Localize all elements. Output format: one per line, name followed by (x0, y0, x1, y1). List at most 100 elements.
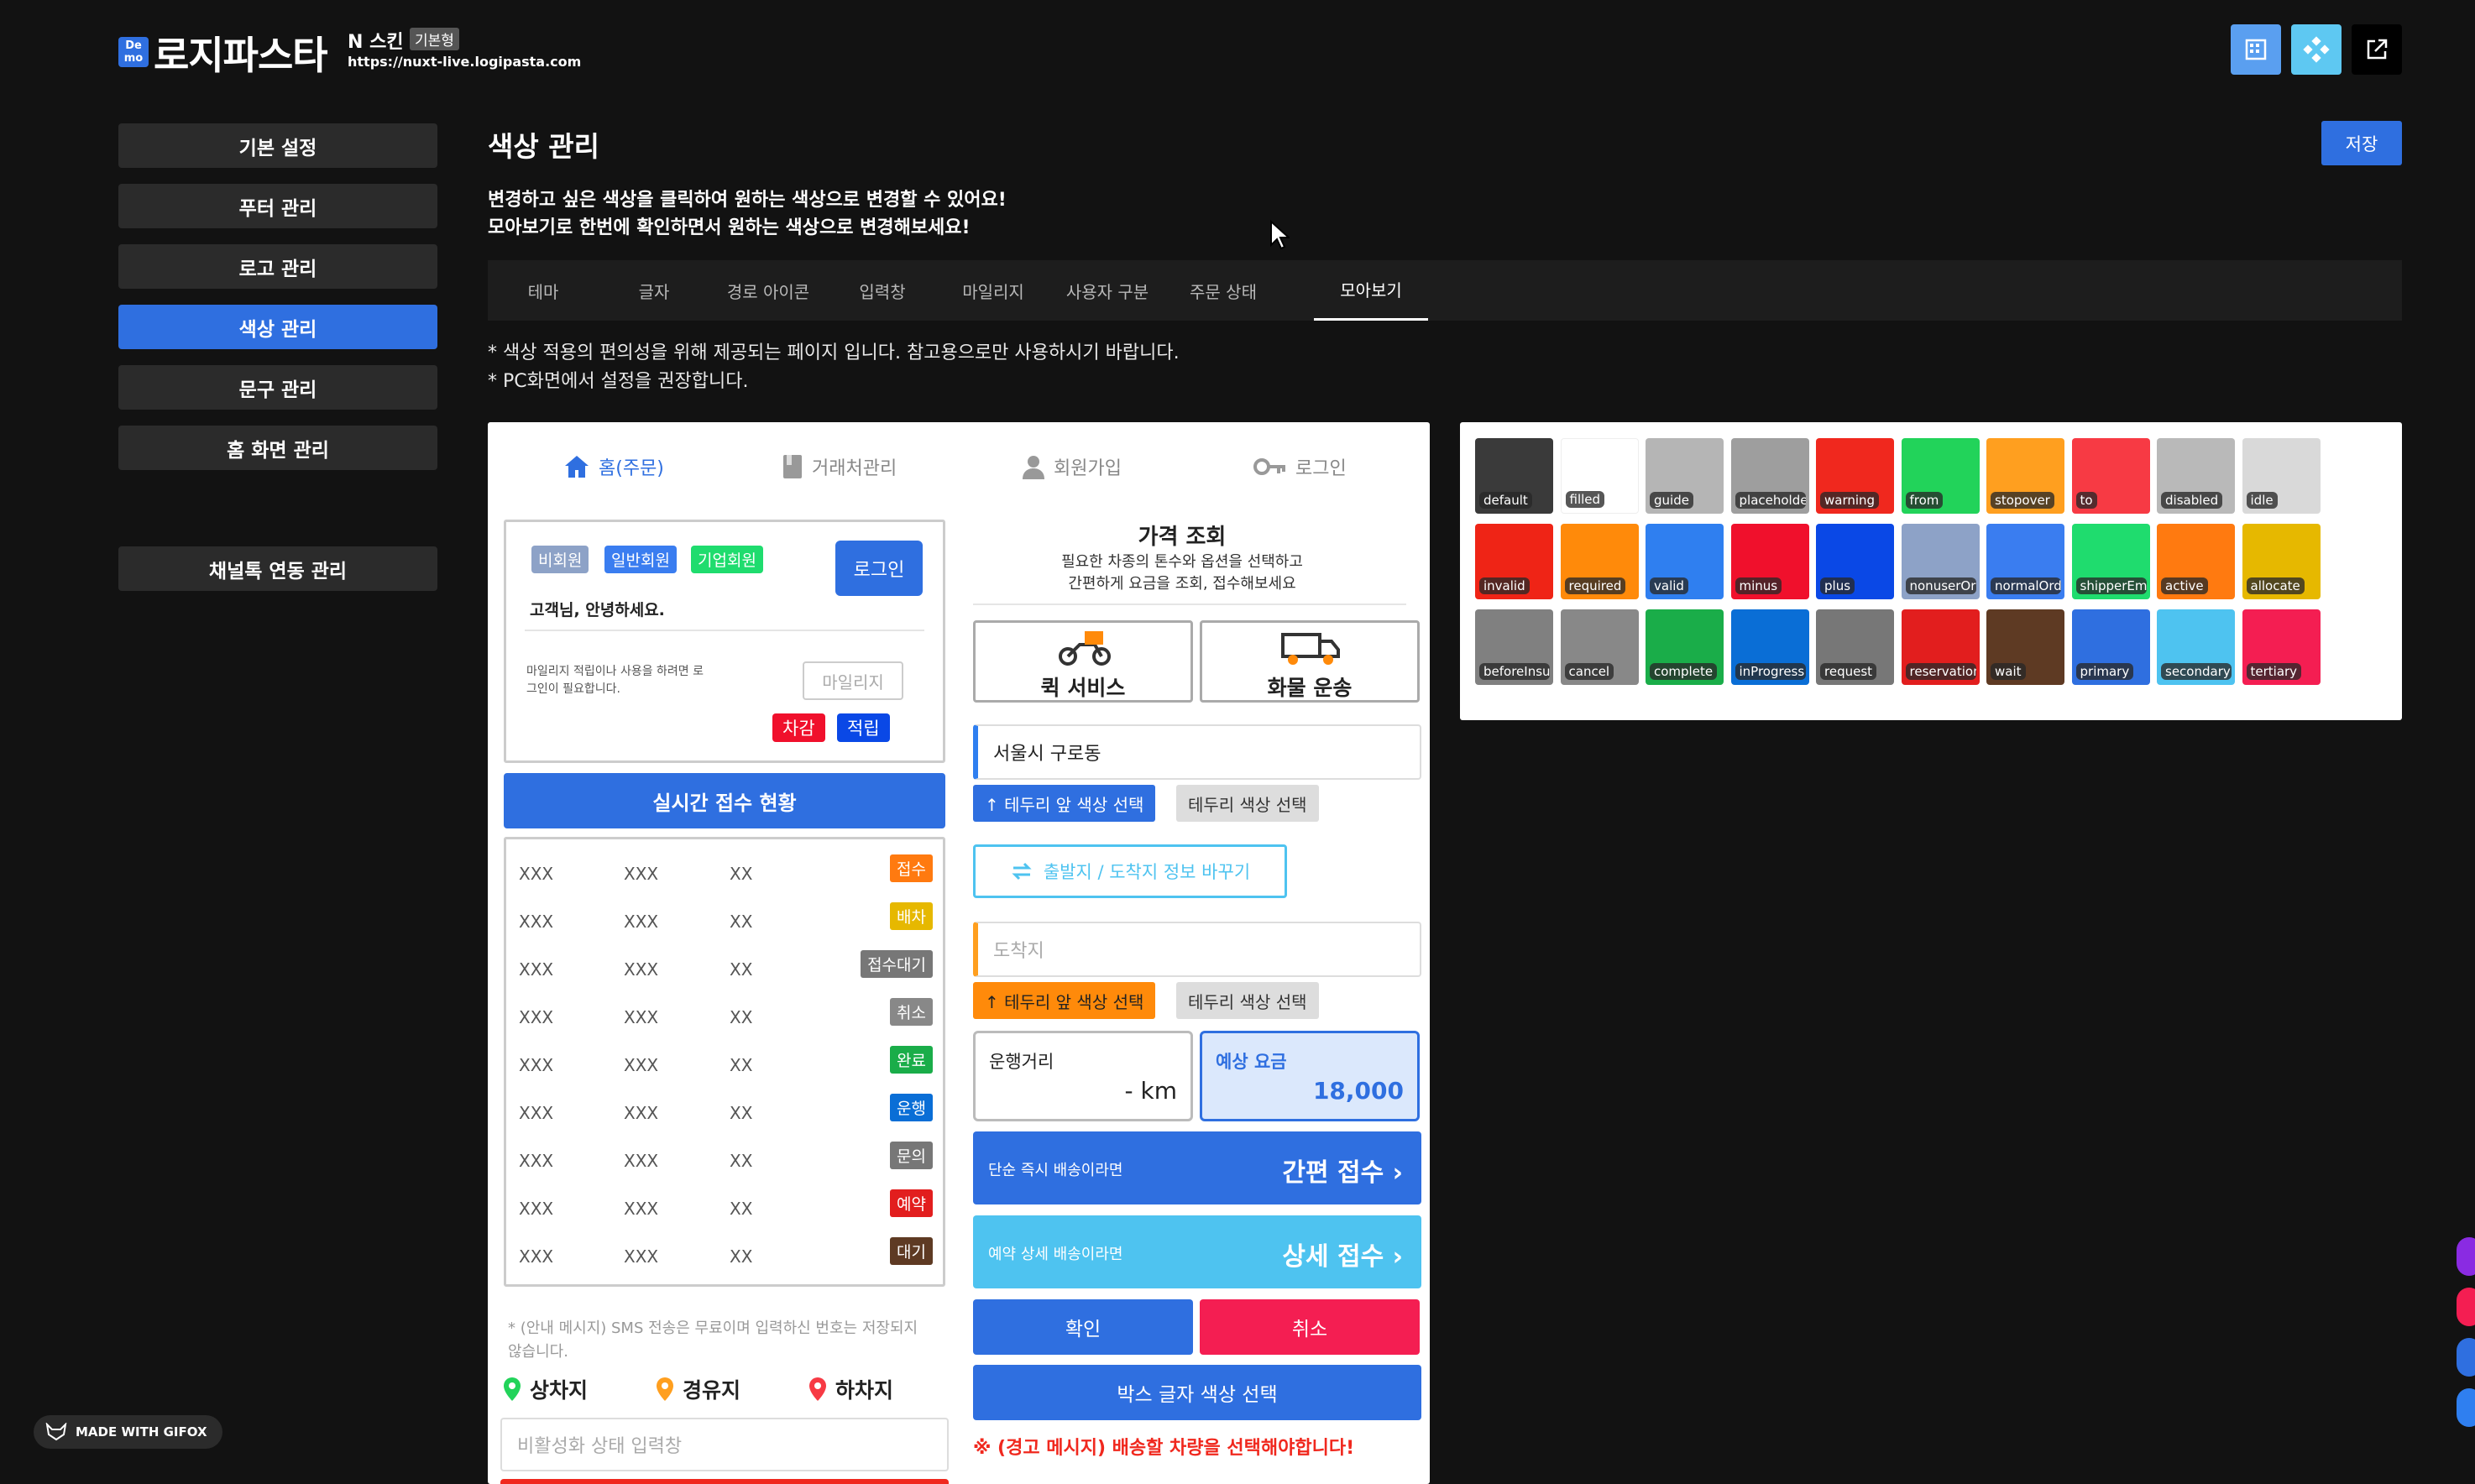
cancel-button[interactable]: 취소 (1200, 1299, 1420, 1355)
row-cell-b: XXX (624, 1199, 659, 1219)
color-swatch-label: to (2075, 492, 2097, 509)
color-swatch-normalOrder[interactable]: normalOrder (1986, 524, 2064, 599)
color-swatch-reservation[interactable]: reservation (1901, 609, 1980, 685)
color-swatch-plus[interactable]: plus (1816, 524, 1894, 599)
border-color-button-2[interactable]: 테두리 색상 선택 (1176, 982, 1319, 1019)
color-swatch-nonuserOrder[interactable]: nonuserOrder (1901, 524, 1980, 599)
floating-tool-3[interactable] (2457, 1338, 2475, 1377)
external-link-button[interactable] (2352, 24, 2402, 75)
mileage-input[interactable]: 마일리지 (803, 661, 903, 700)
fare-box: 예상 요금 18,000 (1200, 1031, 1420, 1121)
tab-mileage[interactable]: 마일리지 (938, 260, 1049, 321)
color-swatch-stopover[interactable]: stopover (1986, 438, 2064, 514)
save-button[interactable]: 저장 (2321, 121, 2402, 165)
sidebar-item-footer[interactable]: 푸터 관리 (118, 184, 437, 228)
tab-overview[interactable]: 모아보기 (1314, 260, 1428, 321)
color-swatch-complete[interactable]: complete (1646, 609, 1724, 685)
color-swatch-wait[interactable]: wait (1986, 609, 2064, 685)
row-cell-a: XXX (519, 864, 554, 884)
color-swatch-primary[interactable]: primary (2071, 609, 2150, 685)
warning-message: ※ (경고 메시지) 배송할 차량을 선택해야합니다! (973, 1438, 1355, 1459)
floating-tool-4[interactable] (2457, 1388, 2475, 1427)
color-swatch-secondary[interactable]: secondary (2157, 609, 2235, 685)
color-swatch-label: idle (2246, 492, 2278, 509)
description-line-2: 모아보기로 한번에 확인하면서 원하는 색상으로 변경해보세요! (488, 217, 971, 238)
border-front-color-button-1[interactable]: ↑ 테두리 앞 색상 선택 (973, 785, 1156, 822)
color-swatch-from[interactable]: from (1901, 438, 1980, 514)
sidebar-item-text[interactable]: 문구 관리 (118, 365, 437, 410)
color-swatch-label: guide (1650, 492, 1693, 509)
color-swatch-invalid[interactable]: invalid (1475, 524, 1553, 599)
deduct-button[interactable]: 차감 (772, 713, 825, 742)
color-swatch-valid[interactable]: valid (1646, 524, 1724, 599)
floating-tool-1[interactable] (2457, 1237, 2475, 1276)
row-cell-c: XX (730, 959, 753, 980)
login-button[interactable]: 로그인 (835, 541, 923, 596)
floating-tool-2[interactable] (2457, 1288, 2475, 1326)
color-swatch-active[interactable]: active (2157, 524, 2235, 599)
detail-order-button[interactable]: 예약 상세 배송이라면 상세 접수 › (973, 1215, 1421, 1288)
confirm-button[interactable]: 확인 (973, 1299, 1193, 1355)
site-url[interactable]: https://nuxt-live.logipasta.com (348, 54, 581, 70)
color-swatch-inProgress[interactable]: inProgress (1730, 609, 1809, 685)
cargo-button[interactable]: 화물 운송 (1200, 620, 1420, 703)
border-front-color-button-2[interactable]: ↑ 테두리 앞 색상 선택 (973, 982, 1156, 1019)
earn-button[interactable]: 적립 (837, 713, 890, 742)
color-swatch-label: normalOrder (1991, 577, 2061, 594)
building-icon-button[interactable] (2231, 24, 2281, 75)
preview-tab-clients[interactable]: 거래처관리 (782, 446, 897, 488)
row-cell-b: XXX (624, 864, 659, 884)
pin-icon (657, 1377, 673, 1401)
color-swatch-filled[interactable]: filled (1560, 438, 1639, 514)
color-swatch-allocate[interactable]: allocate (2242, 524, 2321, 599)
color-swatch-label: invalid (1479, 577, 1530, 594)
border-color-button-1[interactable]: 테두리 색상 선택 (1176, 785, 1319, 822)
color-swatch-minus[interactable]: minus (1730, 524, 1809, 599)
skin-name: N 스킨 (348, 32, 404, 53)
color-swatch-request[interactable]: request (1816, 609, 1894, 685)
preview-tab-signup[interactable]: 회원가입 (1022, 446, 1122, 488)
color-swatch-label: tertiary (2246, 663, 2302, 680)
color-swatch-cancel[interactable]: cancel (1560, 609, 1639, 685)
color-swatch-to[interactable]: to (2071, 438, 2150, 514)
skin-badge: 기본형 (410, 28, 459, 50)
tab-route-icon[interactable]: 경로 아이콘 (709, 260, 827, 321)
sidebar-item-logo[interactable]: 로고 관리 (118, 244, 437, 289)
tab-user-type[interactable]: 사용자 구분 (1049, 260, 1166, 321)
color-swatch-idle[interactable]: idle (2242, 438, 2321, 514)
status-badge: 예약 (890, 1189, 933, 1217)
preview-tab-login[interactable]: 로그인 (1253, 446, 1347, 488)
destination-input[interactable]: 도착지 (973, 922, 1421, 977)
preview-tab-home[interactable]: 홈(주문) (563, 446, 664, 488)
divider (525, 630, 924, 631)
color-swatch-required[interactable]: required (1560, 524, 1639, 599)
row-cell-b: XXX (624, 1007, 659, 1027)
color-tabbar: 테마 글자 경로 아이콘 입력창 마일리지 사용자 구분 주문 상태 모아보기 (488, 260, 2402, 321)
simple-order-button[interactable]: 단순 즉시 배송이라면 간편 접수 › (973, 1131, 1421, 1204)
color-swatch-beforeInsure[interactable]: beforeInsure (1475, 609, 1553, 685)
disabled-input[interactable]: 비활성화 상태 입력창 (500, 1418, 949, 1471)
sidebar-item-color[interactable]: 색상 관리 (118, 305, 437, 349)
sidebar-item-basic[interactable]: 기본 설정 (118, 123, 437, 168)
color-swatch-disabled[interactable]: disabled (2157, 438, 2235, 514)
status-badge: 접수대기 (861, 950, 933, 978)
nonmember-tag: 비회원 (531, 546, 589, 573)
box-text-color-button[interactable]: 박스 글자 색상 선택 (973, 1365, 1421, 1420)
swap-button[interactable]: 출발지 / 도착지 정보 바꾸기 (973, 844, 1287, 898)
origin-input[interactable]: 서울시 구로동 (973, 724, 1421, 780)
color-swatch-placeholder[interactable]: placeholder (1730, 438, 1809, 514)
tab-theme[interactable]: 테마 (488, 260, 599, 321)
color-swatch-shipperEmp[interactable]: shipperEmp (2071, 524, 2150, 599)
quick-service-button[interactable]: 퀵 서비스 (973, 620, 1193, 703)
tab-input[interactable]: 입력창 (827, 260, 938, 321)
color-swatch-label: inProgress (1735, 663, 1806, 680)
tab-order-status[interactable]: 주문 상태 (1166, 260, 1280, 321)
sidebar-item-home[interactable]: 홈 화면 관리 (118, 426, 437, 470)
color-swatch-guide[interactable]: guide (1646, 438, 1724, 514)
color-swatch-warning[interactable]: warning (1816, 438, 1894, 514)
tab-text[interactable]: 글자 (599, 260, 709, 321)
color-swatch-tertiary[interactable]: tertiary (2242, 609, 2321, 685)
sidebar-item-channeltalk[interactable]: 채널톡 연동 관리 (118, 546, 437, 591)
game-icon-button[interactable] (2291, 24, 2342, 75)
color-swatch-default[interactable]: default (1475, 438, 1553, 514)
